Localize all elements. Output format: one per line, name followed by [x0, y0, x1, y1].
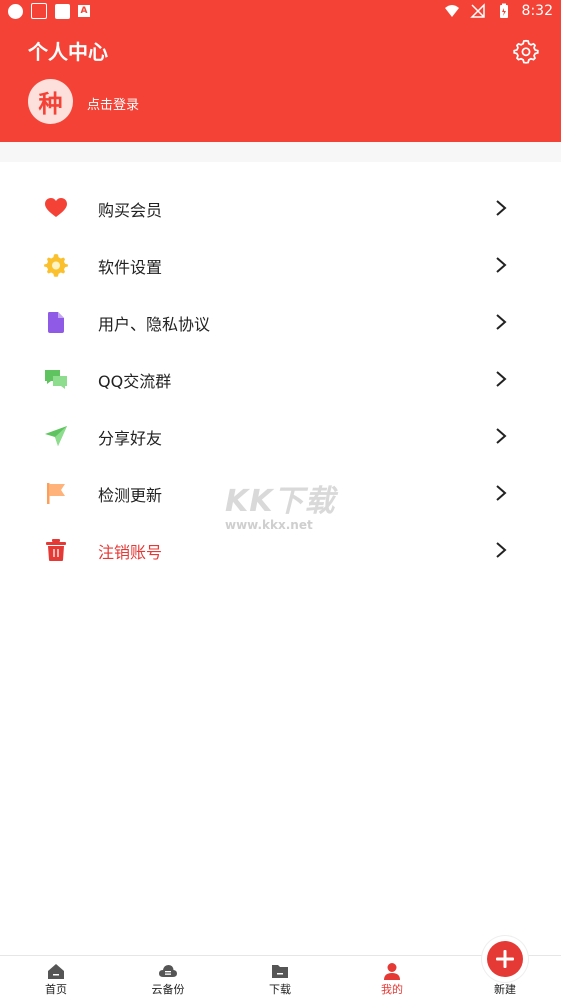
flag-icon	[47, 483, 65, 504]
heart-icon	[45, 198, 67, 217]
menu-item-settings[interactable]: 软件设置	[0, 237, 561, 294]
nav-label: 我的	[381, 983, 403, 996]
chevron-right-icon	[496, 485, 507, 501]
menu-item-delete-account[interactable]: 注销账号	[0, 522, 561, 579]
new-button[interactable]	[482, 936, 528, 982]
paper-plane-icon	[45, 426, 67, 446]
chevron-right-icon	[496, 542, 507, 558]
nav-item-home[interactable]: 首页	[0, 956, 112, 999]
chevron-right-icon	[496, 428, 507, 444]
menu-item-agreement[interactable]: 用户、隐私协议	[0, 294, 561, 351]
document-icon	[48, 312, 64, 333]
folder-icon	[272, 965, 288, 978]
chevron-right-icon	[496, 200, 507, 216]
menu-item-label: 购买会员	[98, 200, 163, 220]
trash-icon	[46, 539, 66, 561]
chevron-right-icon	[496, 314, 507, 330]
login-link[interactable]: 点击登录	[87, 94, 139, 113]
status-left: A	[8, 3, 90, 19]
nav-label: 云备份	[151, 983, 185, 996]
section-divider	[0, 142, 561, 162]
menu-item-label: 检测更新	[98, 485, 163, 505]
app-badge-icon	[31, 3, 47, 19]
nav-label: 首页	[45, 983, 67, 996]
square-icon	[55, 3, 70, 19]
status-bar: A 8:32	[0, 0, 561, 24]
settings-button[interactable]	[513, 38, 539, 64]
nav-label: 下载	[269, 983, 291, 996]
menu-item-buy-vip[interactable]: 购买会员	[0, 180, 561, 237]
wifi-icon	[444, 5, 459, 17]
menu-list: 购买会员 软件设置 用户、隐私协议 QQ交流群 分享好友 检测更新 注销账号	[0, 180, 561, 579]
nav-item-mine[interactable]: 我的	[336, 956, 448, 999]
chevron-right-icon	[496, 257, 507, 273]
fab-circle	[487, 941, 523, 977]
plus-icon	[496, 950, 514, 968]
menu-item-share[interactable]: 分享好友	[0, 408, 561, 465]
bottom-nav: 首页 云备份 下载 我的 新建	[0, 955, 561, 999]
page-title: 个人中心	[28, 40, 108, 64]
circle-icon	[8, 3, 23, 19]
menu-item-label: 软件设置	[98, 257, 163, 277]
nav-item-download[interactable]: 下载	[224, 956, 336, 999]
status-time: 8:32	[521, 3, 553, 19]
gear-icon	[513, 39, 539, 64]
chat-icon	[45, 370, 67, 389]
battery-icon	[499, 3, 508, 18]
menu-item-label: 分享好友	[98, 428, 163, 448]
menu-item-label: 注销账号	[98, 542, 163, 562]
nav-label: 新建	[494, 983, 516, 996]
header: A 8:32 个人中心 种 点击登录	[0, 0, 561, 142]
gear-icon	[44, 254, 68, 277]
menu-item-label: 用户、隐私协议	[98, 314, 211, 334]
user-icon	[384, 963, 400, 980]
no-signal-icon	[469, 3, 485, 18]
menu-item-qq-group[interactable]: QQ交流群	[0, 351, 561, 408]
a-icon: A	[78, 5, 90, 17]
chevron-right-icon	[496, 371, 507, 387]
menu-item-check-update[interactable]: 检测更新	[0, 465, 561, 522]
avatar[interactable]: 种	[28, 79, 73, 124]
menu-item-label: QQ交流群	[98, 371, 172, 391]
status-right: 8:32	[444, 3, 553, 19]
home-icon	[48, 964, 64, 979]
cloud-icon	[159, 965, 177, 977]
nav-item-cloud[interactable]: 云备份	[112, 956, 224, 999]
